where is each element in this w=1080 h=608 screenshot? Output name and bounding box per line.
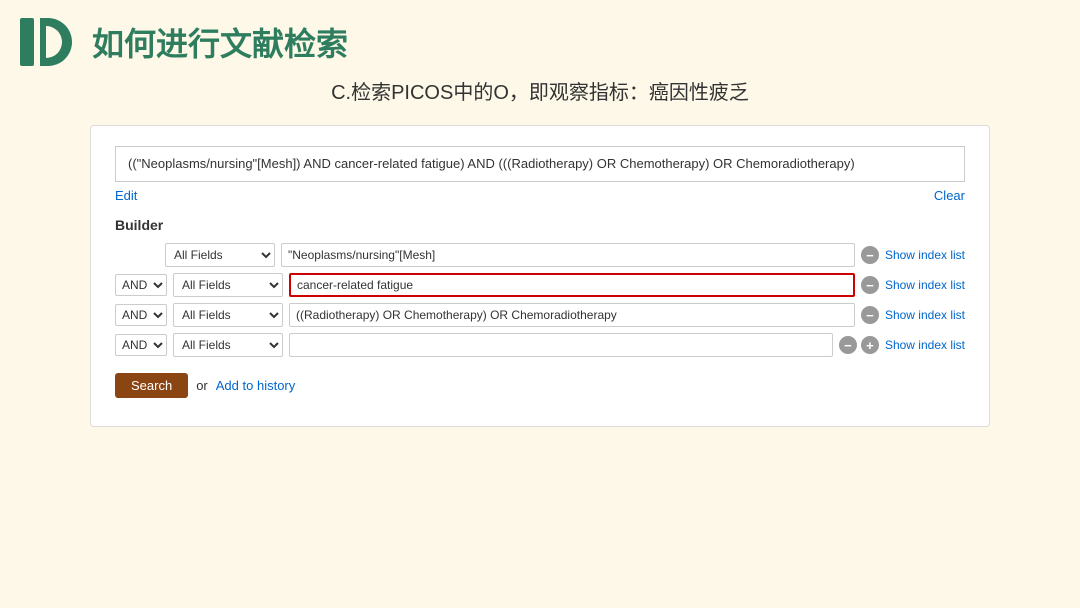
show-index-link-1[interactable]: Show index list xyxy=(885,278,965,292)
add-row-3[interactable]: + xyxy=(861,336,879,354)
builder-row: AND OR NOT All Fields Title Abstract MeS… xyxy=(115,333,965,357)
show-index-link-2[interactable]: Show index list xyxy=(885,308,965,322)
remove-row-2[interactable]: − xyxy=(861,306,879,324)
row-icons-2: − xyxy=(861,306,879,324)
term-input-0[interactable] xyxy=(281,243,855,267)
builder-row: AND OR NOT All Fields Title Abstract MeS… xyxy=(115,273,965,297)
remove-row-3[interactable]: − xyxy=(839,336,857,354)
row-prefix-3: AND OR NOT xyxy=(115,334,167,356)
builder-rows: All Fields Title Abstract MeSH Terms Aut… xyxy=(115,243,965,357)
field-select-0[interactable]: All Fields Title Abstract MeSH Terms Aut… xyxy=(165,243,275,267)
term-input-2[interactable] xyxy=(289,303,855,327)
field-select-3[interactable]: All Fields Title Abstract MeSH Terms Aut… xyxy=(173,333,283,357)
logo xyxy=(20,18,72,66)
search-button[interactable]: Search xyxy=(115,373,188,398)
row-icons-0: − xyxy=(861,246,879,264)
add-to-history-link[interactable]: Add to history xyxy=(216,378,296,393)
logo-d-shape xyxy=(40,18,72,66)
edit-link[interactable]: Edit xyxy=(115,188,137,203)
bool-select-3[interactable]: AND OR NOT xyxy=(115,334,167,356)
builder-row: All Fields Title Abstract MeSH Terms Aut… xyxy=(115,243,965,267)
bool-select-1[interactable]: AND OR NOT xyxy=(115,274,167,296)
page-title: 如何进行文献检索 xyxy=(92,19,348,65)
remove-row-0[interactable]: − xyxy=(861,246,879,264)
show-index-link-3[interactable]: Show index list xyxy=(885,338,965,352)
field-select-1[interactable]: All Fields Title Abstract MeSH Terms Aut… xyxy=(173,273,283,297)
term-input-1[interactable] xyxy=(289,273,855,297)
bool-select-2[interactable]: AND OR NOT xyxy=(115,304,167,326)
query-actions: Edit Clear xyxy=(115,188,965,203)
term-input-3[interactable] xyxy=(289,333,833,357)
logo-bar xyxy=(20,18,34,66)
or-text: or xyxy=(196,378,208,393)
builder-row: AND OR NOT All Fields Title Abstract MeS… xyxy=(115,303,965,327)
field-select-2[interactable]: All Fields Title Abstract MeSH Terms Aut… xyxy=(173,303,283,327)
row-prefix-2: AND OR NOT xyxy=(115,304,167,326)
subtitle: C.检索PICOS中的O，即观察指标：癌因性疲乏 xyxy=(0,76,1080,105)
remove-row-1[interactable]: − xyxy=(861,276,879,294)
row-prefix-1: AND OR NOT xyxy=(115,274,167,296)
builder-label: Builder xyxy=(115,217,965,233)
search-card: (("Neoplasms/nursing"[Mesh]) AND cancer-… xyxy=(90,125,990,427)
row-icons-3: − + xyxy=(839,336,879,354)
page-header: 如何进行文献检索 xyxy=(0,0,1080,76)
search-row: Search or Add to history xyxy=(115,373,965,398)
show-index-link-0[interactable]: Show index list xyxy=(885,248,965,262)
clear-link[interactable]: Clear xyxy=(934,188,965,203)
row-icons-1: − xyxy=(861,276,879,294)
query-display: (("Neoplasms/nursing"[Mesh]) AND cancer-… xyxy=(115,146,965,182)
